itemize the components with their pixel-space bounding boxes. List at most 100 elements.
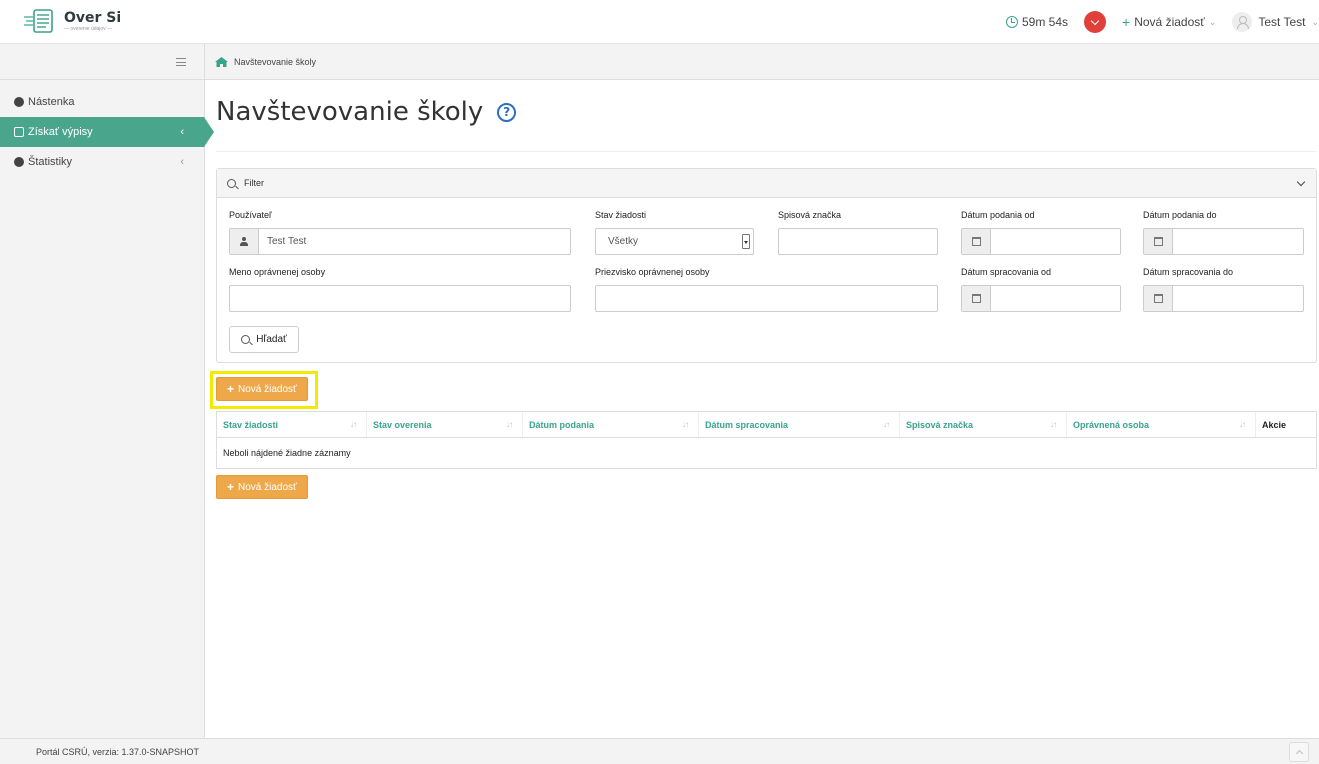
dashboard-icon bbox=[14, 157, 24, 167]
plus-icon: + bbox=[1122, 14, 1131, 30]
column-header[interactable]: Stav žiadosti ↓↑ bbox=[217, 412, 367, 437]
name-input[interactable] bbox=[229, 285, 571, 312]
file-number-input[interactable] bbox=[778, 228, 938, 255]
scroll-to-top-icon[interactable] bbox=[1289, 742, 1309, 762]
file-number-label: Spisová značka bbox=[778, 210, 842, 220]
date-submitted-to-label: Dátum podania do bbox=[1143, 210, 1217, 220]
notifications-dropdown-icon[interactable] bbox=[1084, 11, 1107, 33]
column-header[interactable]: Oprávnená osoba ↓↑ bbox=[1067, 412, 1256, 437]
sort-icon: ↓↑ bbox=[883, 420, 890, 429]
date-processed-to-input[interactable] bbox=[1143, 285, 1304, 312]
filter-panel-header[interactable]: Filter bbox=[217, 169, 1316, 198]
new-request-button-bottom[interactable]: + Nová žiadosť bbox=[216, 475, 308, 499]
logo-title: Over Si bbox=[64, 9, 122, 26]
new-request-button[interactable]: + Nová žiadosť bbox=[216, 377, 308, 401]
app-logo[interactable]: Over Si — overenie údajov — bbox=[22, 7, 121, 35]
requests-table: Stav žiadosti ↓↑ Stav overenia ↓↑ Dátum po… bbox=[216, 411, 1317, 469]
dashboard-icon bbox=[14, 97, 24, 107]
new-request-button-label: Nová žiadosť bbox=[238, 481, 297, 493]
status-select[interactable]: Všetky bbox=[595, 228, 754, 255]
sort-icon: ↓↑ bbox=[682, 420, 689, 429]
sort-icon: ↓↑ bbox=[506, 420, 513, 429]
search-icon bbox=[241, 335, 251, 344]
status-select-value: Všetky bbox=[608, 236, 639, 247]
column-label: Spisová značka bbox=[906, 419, 974, 430]
addon[interactable] bbox=[1144, 286, 1173, 311]
surname-input[interactable] bbox=[595, 285, 938, 312]
page-title: Navštevovanie školy ? bbox=[216, 97, 517, 127]
calendar-icon bbox=[971, 294, 981, 303]
table-header: Stav žiadosti ↓↑ Stav overenia ↓↑ Dátum po… bbox=[217, 412, 1316, 438]
sidebar-item-get-extracts[interactable]: Získať výpisy ‹ bbox=[0, 117, 214, 147]
chevron-left-icon: ‹ bbox=[180, 126, 184, 138]
new-request-button-label: Nová žiadosť bbox=[238, 383, 297, 395]
logo-subtitle: — overenie údajov — bbox=[64, 25, 113, 32]
sort-icon: ↓↑ bbox=[1050, 420, 1057, 429]
sidebar-item-statistics[interactable]: Štatistiky ‹ bbox=[0, 147, 204, 177]
column-label: Stav overenia bbox=[373, 419, 432, 430]
logo-icon bbox=[24, 9, 53, 33]
user-menu[interactable]: Test Test ⌄ bbox=[1232, 12, 1319, 32]
calendar-icon bbox=[1153, 237, 1163, 246]
divider bbox=[216, 151, 1316, 152]
column-header[interactable]: Dátum spracovania ↓↑ bbox=[699, 412, 900, 437]
date-submitted-to-input[interactable] bbox=[1143, 228, 1304, 255]
help-icon[interactable]: ? bbox=[497, 102, 517, 122]
calendar-icon bbox=[1153, 294, 1163, 303]
page-title-text: Navštevovanie školy bbox=[216, 97, 484, 127]
user-name: Test Test bbox=[1258, 15, 1306, 29]
sidebar: Nástenka Získať výpisy ‹ Štatistiky ‹ bbox=[0, 44, 214, 738]
status-label: Stav žiadosti bbox=[595, 210, 647, 220]
copy-icon bbox=[14, 127, 24, 137]
column-label: Stav žiadosti bbox=[223, 419, 279, 430]
column-header: Akcie bbox=[1256, 412, 1316, 437]
date-submitted-from-label: Dátum podania od bbox=[961, 210, 1035, 220]
search-button[interactable]: Hľadať bbox=[229, 326, 299, 353]
top-bar: Over Si — overenie údajov — 59m 54s + No… bbox=[0, 0, 1319, 44]
new-request-menu-label: Nová žiadosť bbox=[1134, 15, 1205, 29]
user-label: Používateľ bbox=[229, 210, 272, 220]
empty-message: Neboli nájdené žiadne záznamy bbox=[223, 448, 351, 458]
select-arrow-icon bbox=[742, 234, 750, 249]
addon[interactable] bbox=[962, 229, 991, 254]
version-text: Portál CSRÚ, verzia: 1.37.0-SNAPSHOT bbox=[36, 747, 200, 757]
chevron-down-icon: ⌄ bbox=[1208, 16, 1217, 27]
date-submitted-from-input[interactable] bbox=[961, 228, 1121, 255]
chevron-down-icon[interactable] bbox=[1296, 177, 1306, 187]
sidebar-item-dashboard[interactable]: Nástenka bbox=[0, 87, 204, 117]
user-field[interactable]: Test Test bbox=[229, 228, 571, 255]
sidebar-toggle[interactable] bbox=[0, 44, 204, 80]
name-label: Meno oprávnenej osoby bbox=[229, 267, 326, 277]
column-header[interactable]: Spisová značka ↓↑ bbox=[900, 412, 1067, 437]
clock-icon bbox=[1006, 16, 1018, 28]
date-processed-from-input[interactable] bbox=[961, 285, 1121, 312]
sort-icon: ↓↑ bbox=[350, 420, 357, 429]
timer-value: 59m 54s bbox=[1022, 15, 1069, 29]
column-label: Oprávnená osoba bbox=[1073, 419, 1150, 430]
column-header[interactable]: Stav overenia ↓↑ bbox=[367, 412, 523, 437]
user-icon bbox=[1232, 12, 1253, 32]
chevron-down-icon: ⌄ bbox=[1311, 16, 1319, 27]
empty-row: Neboli nájdené žiadne záznamy bbox=[217, 438, 1316, 468]
surname-label: Priezvisko oprávnenej osoby bbox=[595, 267, 710, 277]
chevron-left-icon: ‹ bbox=[180, 156, 184, 168]
sidebar-item-label: Štatistiky bbox=[28, 156, 73, 168]
addon[interactable] bbox=[962, 286, 991, 311]
user-field-value: Test Test bbox=[267, 236, 307, 247]
column-header[interactable]: Dátum podania ↓↑ bbox=[523, 412, 699, 437]
column-label: Dátum podania bbox=[529, 419, 595, 430]
footer: Portál CSRÚ, verzia: 1.37.0-SNAPSHOT bbox=[0, 738, 1319, 764]
sort-icon: ↓↑ bbox=[1239, 420, 1246, 429]
addon bbox=[230, 229, 259, 254]
home-icon[interactable] bbox=[215, 56, 228, 67]
filter-panel: Filter bbox=[216, 168, 1317, 363]
sidebar-item-label: Získať výpisy bbox=[28, 126, 93, 138]
plus-icon: + bbox=[227, 480, 235, 494]
hamburger-icon bbox=[176, 58, 186, 66]
column-label: Dátum spracovania bbox=[705, 419, 789, 430]
user-icon bbox=[240, 237, 248, 246]
sidebar-item-label: Nástenka bbox=[28, 96, 75, 108]
search-icon bbox=[227, 178, 236, 188]
addon[interactable] bbox=[1144, 229, 1173, 254]
new-request-menu[interactable]: + Nová žiadosť ⌄ bbox=[1122, 14, 1216, 30]
